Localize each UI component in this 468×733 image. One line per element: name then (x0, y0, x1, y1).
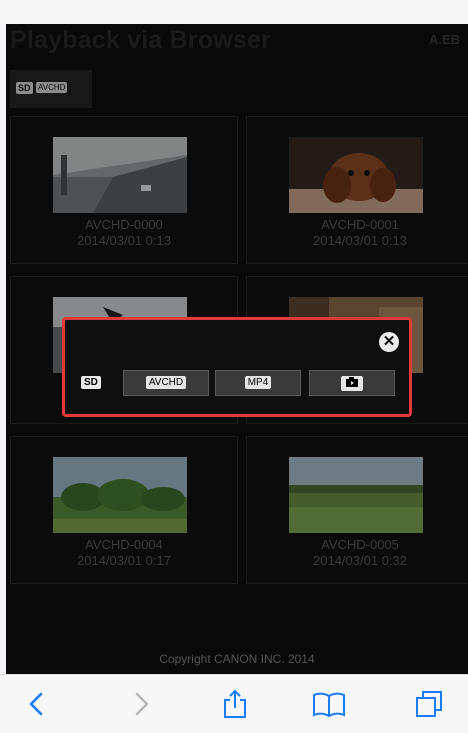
forward-icon[interactable] (126, 689, 156, 719)
photo-button[interactable] (309, 370, 395, 396)
avchd-label: AVCHD (145, 376, 187, 389)
photo-icon (341, 376, 363, 391)
media-select-popup: ✕ SD AVCHD MP4 (62, 317, 412, 417)
back-icon[interactable] (22, 689, 52, 719)
mp4-button[interactable]: MP4 (215, 370, 301, 396)
share-icon[interactable] (220, 689, 250, 719)
copyright: Copyright CANON INC. 2014 (159, 652, 315, 666)
playback-page: Playback via Browser A.EB SD AVCHD AVCHD… (6, 24, 468, 674)
status-bar (0, 0, 468, 24)
sd-label: SD (81, 376, 101, 389)
bookmarks-icon[interactable] (312, 689, 345, 719)
mp4-label: MP4 (244, 376, 272, 389)
browser-toolbar (0, 674, 468, 733)
avchd-button[interactable]: AVCHD (123, 370, 209, 396)
close-icon[interactable]: ✕ (379, 332, 399, 352)
tabs-icon[interactable] (414, 689, 444, 719)
